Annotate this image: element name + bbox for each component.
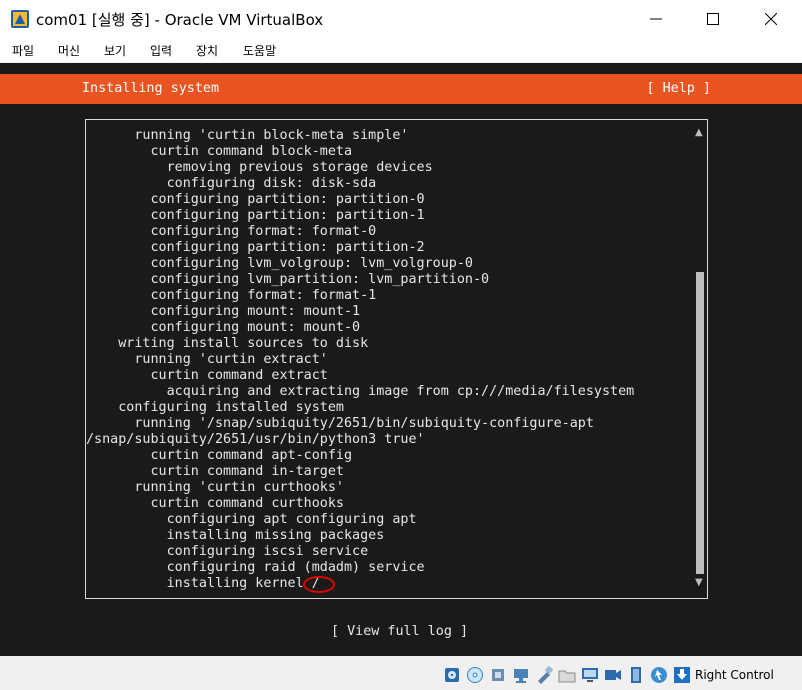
display-icon[interactable]: [581, 666, 599, 684]
log-line: configuring raid (mdadm) service: [86, 560, 425, 575]
log-line: configuring mount: mount-0: [86, 320, 361, 335]
log-line: configuring iscsi service: [86, 544, 369, 559]
log-line: configuring lvm_volgroup: lvm_volgroup-0: [86, 256, 473, 271]
window-title-bar[interactable]: com01 [실행 중] - Oracle VM VirtualBox: [0, 0, 802, 39]
log-line: installing kernel /: [86, 576, 320, 591]
audio-icon[interactable]: [489, 666, 507, 684]
log-line: installing missing packages: [86, 528, 385, 543]
hard-disk-icon[interactable]: [443, 666, 461, 684]
keyboard-icon[interactable]: [673, 666, 691, 684]
recording-icon[interactable]: [604, 666, 622, 684]
log-line: curtin command in-target: [86, 464, 344, 479]
scroll-down-arrow-icon[interactable]: ▼: [695, 578, 703, 588]
minimize-button[interactable]: [627, 0, 685, 38]
vm-display[interactable]: Installing system [ Help ] running 'curt…: [0, 63, 802, 656]
log-line: writing install sources to disk: [86, 336, 369, 351]
maximize-icon: [707, 13, 719, 25]
log-line: configuring apt configuring apt: [86, 512, 417, 527]
menu-devices[interactable]: 장치: [196, 42, 218, 59]
virtualbox-app-icon: [11, 10, 29, 28]
log-line: configuring mount: mount-1: [86, 304, 361, 319]
close-button[interactable]: [742, 0, 800, 38]
log-line: running '/snap/subiquity/2651/bin/subiqu…: [86, 416, 594, 431]
usb-icon[interactable]: [535, 665, 554, 684]
status-bar: Right Control: [0, 656, 802, 690]
log-line: configuring partition: partition-0: [86, 192, 425, 207]
install-log-panel[interactable]: running 'curtin block-meta simple' curti…: [85, 119, 708, 599]
log-line: curtin command extract: [86, 368, 328, 383]
log-line: running 'curtin extract': [86, 352, 328, 367]
log-line: curtin command apt-config: [86, 448, 353, 463]
maximize-button[interactable]: [684, 0, 742, 38]
log-line: configuring lvm_partition: lvm_partition…: [86, 272, 490, 287]
scrollbar-thumb[interactable]: [696, 272, 704, 574]
installer-title: Installing system: [82, 81, 220, 96]
log-line: configuring partition: partition-2: [86, 240, 425, 255]
help-button[interactable]: [ Help ]: [647, 81, 712, 97]
log-line: configuring format: format-0: [86, 224, 377, 239]
view-full-log-button[interactable]: [ View full log ]: [331, 624, 468, 640]
cpu-icon[interactable]: [627, 666, 645, 684]
log-line: configuring installed system: [86, 400, 344, 415]
shared-folders-icon[interactable]: [558, 666, 576, 684]
log-line: acquiring and extracting image from cp:/…: [86, 384, 635, 399]
log-line: configuring disk: disk-sda: [86, 176, 377, 191]
network-icon[interactable]: [512, 666, 530, 684]
log-line: removing previous storage devices: [86, 160, 433, 175]
annotation-circle: [303, 576, 335, 593]
host-key-label: Right Control: [695, 668, 774, 682]
close-icon: [765, 13, 777, 25]
window-title: com01 [실행 중] - Oracle VM VirtualBox: [36, 11, 324, 29]
log-line: configuring format: format-1: [86, 288, 377, 303]
scroll-up-arrow-icon[interactable]: ▲: [695, 128, 703, 138]
menu-view[interactable]: 보기: [104, 42, 126, 59]
log-line: /snap/subiquity/2651/usr/bin/python3 tru…: [86, 432, 425, 447]
install-log-lines: running 'curtin block-meta simple' curti…: [86, 128, 634, 592]
log-line: running 'curtin curthooks': [86, 480, 344, 495]
log-line: running 'curtin block-meta simple': [86, 128, 409, 143]
menu-file[interactable]: 파일: [12, 42, 34, 59]
log-line: curtin command curthooks: [86, 496, 344, 511]
minimize-icon: [650, 18, 662, 20]
optical-drive-icon[interactable]: [466, 666, 484, 684]
menu-input[interactable]: 입력: [150, 42, 172, 59]
menu-machine[interactable]: 머신: [58, 42, 80, 59]
log-line: configuring partition: partition-1: [86, 208, 425, 223]
menu-help[interactable]: 도움말: [243, 42, 276, 59]
mouse-integration-icon[interactable]: [650, 666, 668, 684]
menu-bar: 파일 머신 보기 입력 장치 도움말: [0, 38, 802, 62]
log-line: curtin command block-meta: [86, 144, 353, 159]
installer-header: Installing system [ Help ]: [0, 74, 802, 104]
